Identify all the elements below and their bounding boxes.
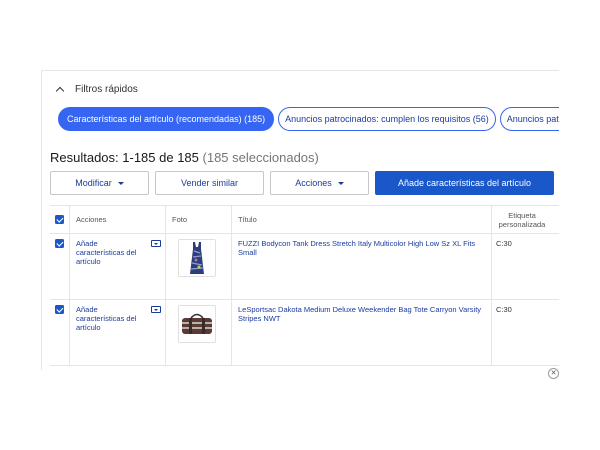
header-photo: Foto [166,206,232,233]
chevron-up-icon[interactable] [55,85,65,95]
quick-filters-toggle[interactable]: Filtros rápidos [55,84,138,95]
select-all-checkbox[interactable] [55,215,64,224]
results-count: Resultados: 1-185 de 185 [50,150,199,165]
pill-sponsored-other[interactable]: Anuncios patrocinados: pa [499,107,559,131]
results-summary: Resultados: 1-185 de 185 (185 selecciona… [50,150,319,165]
bag-image-icon [182,313,212,334]
table-row: Añade características del artículo FUZZI… [50,234,559,300]
quick-filter-pills: Características del artículo (recomendad… [58,107,559,131]
add-features-label: Añade características del artículo [397,178,532,188]
row-checkbox[interactable] [55,305,64,314]
row-checkbox[interactable] [55,239,64,248]
row-photo-cell [166,234,232,299]
item-title-link[interactable]: LeSportsac Dakota Medium Deluxe Weekende… [238,305,487,323]
table-header: Acciones Foto Título Etiqueta personaliz… [50,206,559,234]
sell-similar-label: Vender similar [180,178,239,188]
custom-label-value: C:30 [496,239,512,248]
close-icon[interactable]: ✕ [548,368,559,379]
dress-image-icon [190,242,204,274]
actions-button-label: Acciones [295,178,332,188]
sell-similar-button[interactable]: Vender similar [155,171,264,195]
row-action-dropdown[interactable] [151,240,161,247]
quick-filters-label: Filtros rápidos [75,84,138,95]
select-all-cell [50,206,70,233]
caret-down-icon [154,308,158,311]
header-custom-label[interactable]: Etiqueta personalizada [492,206,552,233]
results-selected: (185 seleccionados) [202,150,319,165]
custom-label-value: C:30 [496,305,512,314]
row-action-link[interactable]: Añade características del artículo [76,239,146,266]
row-action-link[interactable]: Añade características del artículo [76,305,146,332]
modify-button[interactable]: Modificar [50,171,149,195]
caret-down-icon [337,181,344,185]
row-actions-cell: Añade características del artículo [70,234,166,299]
actions-button[interactable]: Acciones [270,171,369,195]
row-label-cell: C:30 [492,234,552,299]
row-title-cell: FUZZI Bodycon Tank Dress Stretch Italy M… [232,234,492,299]
add-features-button[interactable]: Añade características del artículo [375,171,554,195]
modify-button-label: Modificar [75,178,112,188]
listing-panel: Filtros rápidos Características del artí… [41,70,559,370]
row-select-cell [50,234,70,299]
caret-down-icon [117,181,124,185]
listings-table: Acciones Foto Título Etiqueta personaliz… [50,205,559,366]
row-title-cell: LeSportsac Dakota Medium Deluxe Weekende… [232,300,492,365]
row-select-cell [50,300,70,365]
row-photo-cell [166,300,232,365]
row-actions-cell: Añade características del artículo [70,300,166,365]
item-title-link[interactable]: FUZZI Bodycon Tank Dress Stretch Italy M… [238,239,487,257]
caret-down-icon [154,242,158,245]
pill-item-features[interactable]: Características del artículo (recomendad… [58,107,275,131]
header-actions: Acciones [70,206,166,233]
row-label-cell: C:30 [492,300,552,365]
row-action-dropdown[interactable] [151,306,161,313]
bulk-toolbar: Modificar Vender similar Acciones Añade … [50,171,554,195]
header-title[interactable]: Título [232,206,492,233]
item-thumbnail[interactable] [178,239,216,277]
item-thumbnail[interactable] [178,305,216,343]
pill-sponsored-eligible[interactable]: Anuncios patrocinados: cumplen los requi… [278,107,496,131]
table-row: Añade características del artículo LeSpo… [50,300,559,366]
